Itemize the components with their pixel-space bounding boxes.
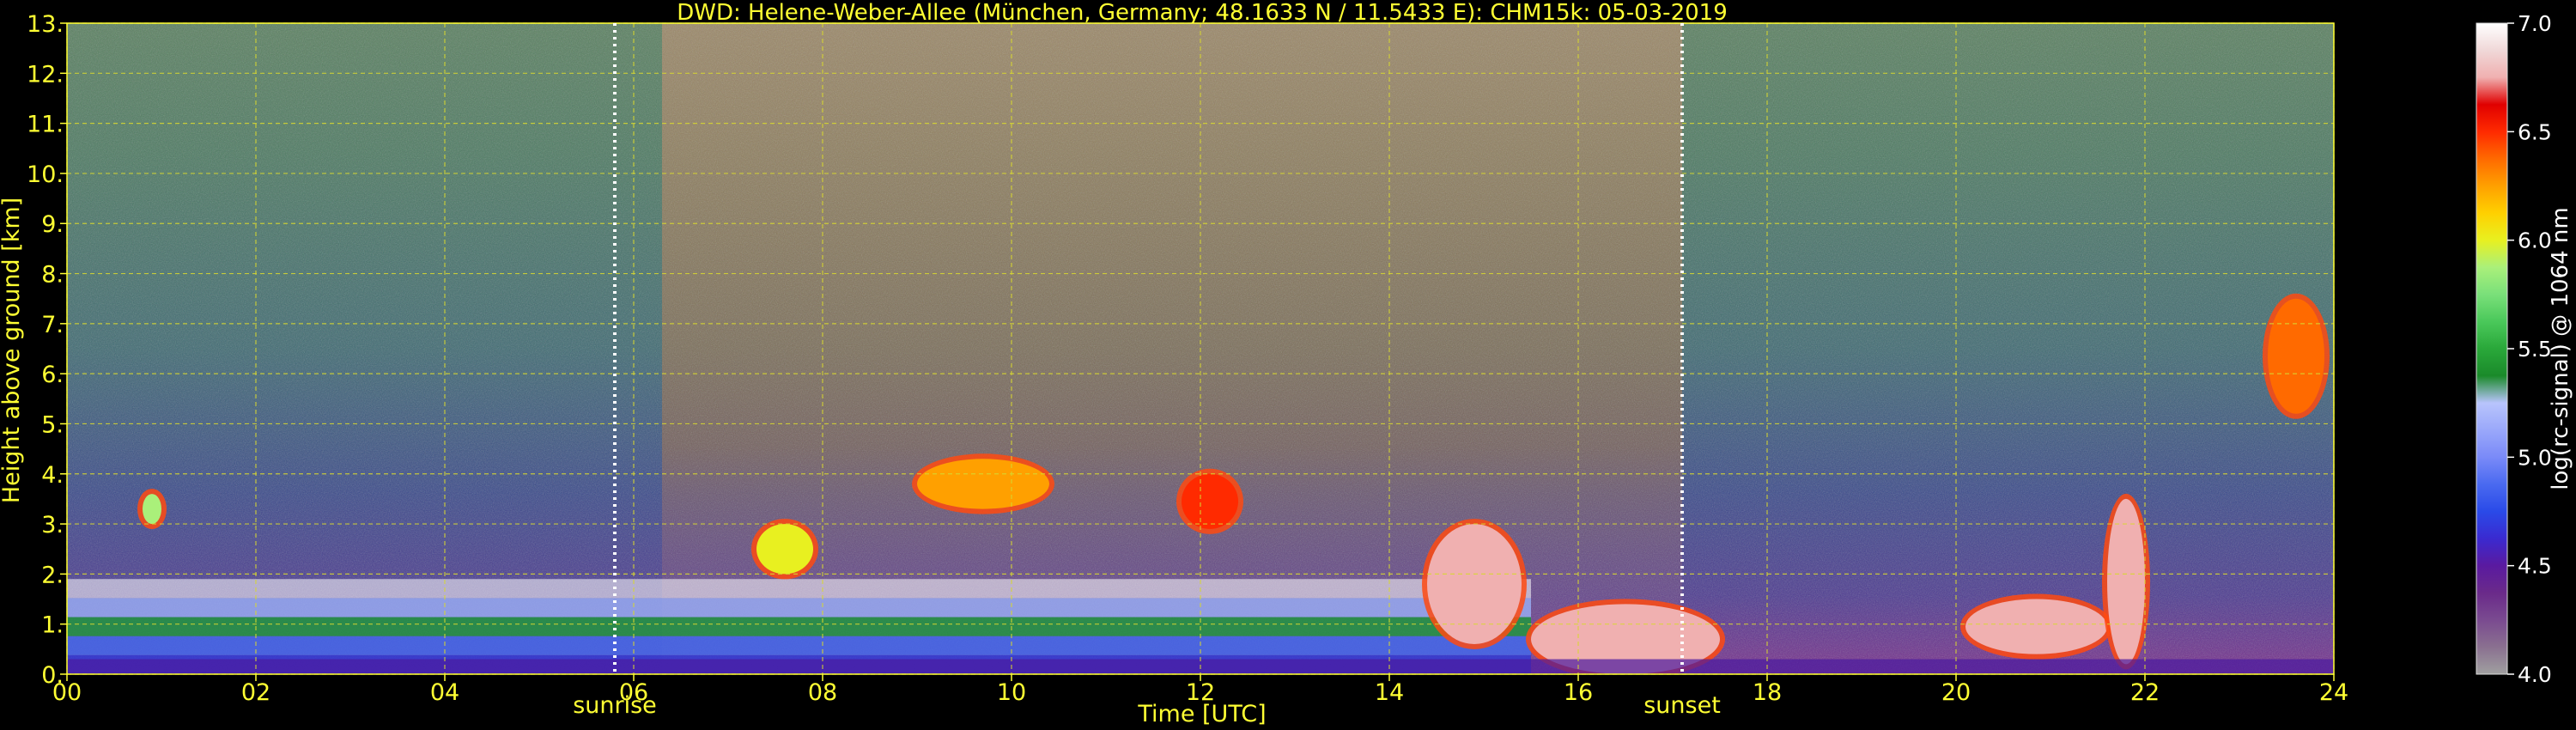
x-tick-label: 22 <box>2130 679 2160 706</box>
colorbar-tick-label: 6.0 <box>2518 228 2552 253</box>
colorbar-label: log(rc-signal) @ 1064 nm <box>2548 207 2573 490</box>
chart-title: DWD: Helene-Weber-Allee (München, German… <box>677 0 1728 26</box>
y-tick-label: 12. <box>27 61 64 88</box>
y-tick-label: 7. <box>41 312 64 338</box>
cloud-core <box>143 494 161 525</box>
x-tick-label: 04 <box>430 679 459 706</box>
colorbar-tick-label: 4.0 <box>2518 662 2552 687</box>
colorbar-ticks: 4.0 4.5 5.0 5.5 6.0 6.5 7.0 <box>2507 11 2552 687</box>
cloud-core <box>2268 298 2324 414</box>
y-axis-label: Height above ground [km] <box>0 198 25 503</box>
colorbar-tick-label: 4.5 <box>2518 554 2552 579</box>
layer-4 <box>1176 468 1243 534</box>
x-tick-label: 10 <box>997 679 1026 706</box>
x-tick-label: 14 <box>1375 679 1404 706</box>
y-tick-label: 8. <box>41 262 64 289</box>
y-tick-label: 10. <box>27 161 64 188</box>
cloud-core <box>917 459 1049 509</box>
y-tick-label: 0. <box>41 662 64 689</box>
colorbar: 4.0 4.5 5.0 5.5 6.0 6.5 7.0 log(rc-signal) @ 1… <box>2476 11 2573 687</box>
x-tick-label: 24 <box>2319 679 2348 706</box>
cloud-core <box>1427 524 1522 645</box>
y-tick-label: 9. <box>41 211 64 238</box>
y-tick-label: 11. <box>27 112 64 138</box>
layer-band <box>67 636 1531 655</box>
ceilometer-chart: DWD: Helene-Weber-Allee (München, German… <box>0 0 2573 727</box>
colorbar-tick-label: 6.5 <box>2518 119 2552 144</box>
x-tick-label: 02 <box>241 679 270 706</box>
layer-6 <box>2102 493 2150 670</box>
colorbar-gradient <box>2476 22 2508 675</box>
x-tick-label: 08 <box>808 679 837 706</box>
x-tick-label: 06 <box>619 679 648 706</box>
sunset-label: sunset <box>1643 692 1721 719</box>
colorbar-tick-label: 5.0 <box>2518 445 2552 470</box>
cloud-core <box>1965 599 2107 654</box>
x-tick-label: 16 <box>1564 679 1593 706</box>
y-tick-label: 1. <box>41 612 64 639</box>
layer-band <box>67 598 1531 617</box>
x-axis-label: Time [UTC] <box>1137 701 1266 727</box>
layer-7 <box>2263 293 2330 419</box>
y-tick-label: 6. <box>41 362 64 388</box>
layer-5 <box>1960 593 2112 660</box>
y-tick-label: 5. <box>41 411 64 438</box>
x-tick-label: 18 <box>1753 679 1782 706</box>
layer-8 <box>751 519 818 580</box>
y-tick-label: 13. <box>27 11 64 38</box>
y-ticks: 0. 1. 2. 3. 4. 5. 6. 7. 8. 9. 10. 11. 12. 13. <box>27 11 67 689</box>
y-tick-label: 2. <box>41 562 64 588</box>
y-tick-label: 3. <box>41 512 64 538</box>
colorbar-tick-label: 5.5 <box>2518 337 2552 362</box>
cloud-core <box>1182 473 1238 529</box>
layer-band <box>67 617 1531 636</box>
layer-band <box>67 579 1531 599</box>
layer-9 <box>137 489 167 530</box>
cloud-core <box>756 524 813 575</box>
x-tick-label: 20 <box>1941 679 1971 706</box>
layer-3 <box>912 453 1054 514</box>
layer-2 <box>1422 519 1527 650</box>
colorbar-tick-label: 7.0 <box>2518 11 2552 36</box>
y-tick-label: 4. <box>41 462 64 489</box>
